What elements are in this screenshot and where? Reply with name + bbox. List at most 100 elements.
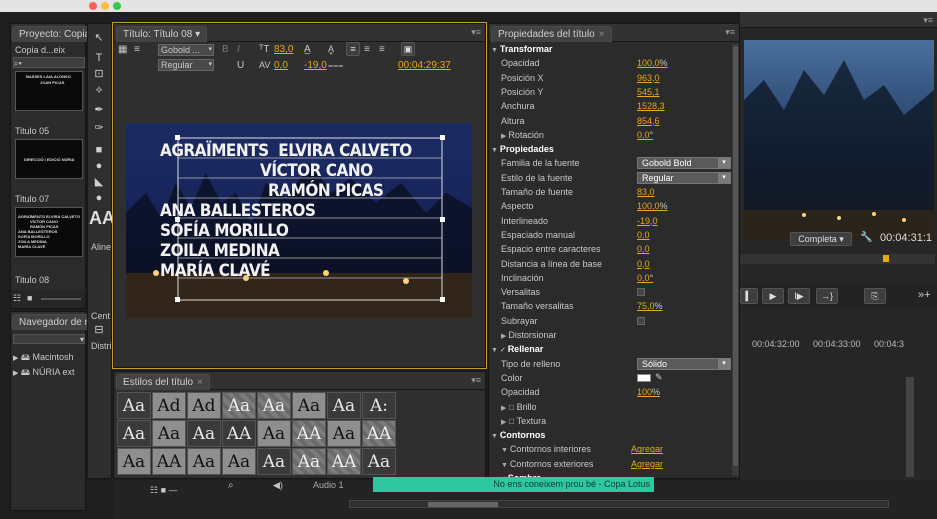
- property-value[interactable]: 0,0: [637, 259, 650, 269]
- property-row[interactable]: Opacidad 100,0%: [491, 57, 738, 71]
- style-swatch[interactable]: Aa: [117, 392, 151, 419]
- pen-tool-icon[interactable]: ✒: [91, 102, 107, 118]
- path-dropdown[interactable]: ▾: [13, 334, 85, 344]
- property-row[interactable]: Posición X 963,0: [491, 72, 738, 86]
- font-family-select[interactable]: Gobold ... ▾: [158, 44, 214, 56]
- property-row[interactable]: ▼ Contornos interiores Agregar: [491, 443, 738, 457]
- clip-thumbnail[interactable]: DIRECCIÓ I EDICIÓ NÚRIA: [15, 139, 83, 179]
- style-swatch[interactable]: Aa: [257, 448, 291, 475]
- align-right-icon[interactable]: ≡: [379, 44, 385, 55]
- property-row[interactable]: Tipo de relleno Sólido ▾: [491, 357, 738, 372]
- property-row[interactable]: Tamaño de fuente 83,0: [491, 186, 738, 200]
- style-swatch[interactable]: AA: [152, 448, 186, 475]
- type-tool-icon[interactable]: T: [91, 50, 107, 66]
- property-row[interactable]: Posición Y 545,1: [491, 86, 738, 100]
- property-row[interactable]: Espacio entre caracteres 0,0: [491, 243, 738, 257]
- property-row[interactable]: Color ✎: [491, 372, 738, 386]
- property-value[interactable]: 854,6: [637, 116, 660, 126]
- timeline-hscrollbar[interactable]: [349, 500, 889, 508]
- property-value[interactable]: 963,0: [637, 73, 660, 83]
- property-dropdown[interactable]: Gobold Bold ▾: [637, 157, 731, 170]
- title-timecode[interactable]: 00:04:29:37: [398, 60, 451, 71]
- style-swatch[interactable]: Ad: [152, 392, 186, 419]
- timeline-vscrollbar[interactable]: [906, 377, 914, 477]
- add-anchor-icon[interactable]: ✑: [91, 120, 107, 136]
- tab-title-properties[interactable]: Propiedades del título ×: [491, 26, 612, 42]
- style-swatch[interactable]: Aa: [222, 448, 256, 475]
- panel-menu-icon[interactable]: ▾≡: [725, 27, 735, 38]
- eyedropper-icon[interactable]: ✎: [655, 372, 663, 383]
- property-value[interactable]: 83,0: [637, 187, 655, 197]
- style-swatch[interactable]: AA: [327, 448, 361, 475]
- path-type-tool-icon[interactable]: ⟡: [91, 82, 107, 98]
- style-swatch[interactable]: Aa: [117, 448, 151, 475]
- program-scrubber[interactable]: [740, 254, 935, 264]
- icon-view-icon[interactable]: ■: [161, 485, 166, 495]
- property-row[interactable]: Versalitas: [491, 286, 738, 300]
- tab-stops-icon[interactable]: A̳: [328, 44, 334, 54]
- property-value[interactable]: 545,1: [637, 87, 660, 97]
- drive-item[interactable]: ▶ 🖴 NÚRIA ext: [13, 365, 75, 381]
- leading-value[interactable]: -19,0: [304, 60, 327, 71]
- property-value[interactable]: 1528,3: [637, 101, 665, 111]
- wedge-tool-icon[interactable]: ◣: [91, 174, 107, 190]
- style-swatch[interactable]: AA: [292, 420, 326, 447]
- property-value[interactable]: 0,0: [637, 244, 650, 254]
- list-view-icon[interactable]: ☷: [150, 485, 158, 495]
- ellipse-tool-icon[interactable]: ●: [91, 158, 107, 174]
- property-row[interactable]: Inclinación 0,0°: [491, 272, 738, 286]
- style-swatch[interactable]: Aa: [362, 448, 396, 475]
- property-row[interactable]: Distancia a línea de base 0,0: [491, 258, 738, 272]
- property-row[interactable]: Espaciado manual 0,0: [491, 229, 738, 243]
- font-size-value[interactable]: 83,0: [274, 44, 293, 55]
- area-type-tool-icon[interactable]: ⊡: [91, 66, 107, 82]
- rectangle-tool-icon[interactable]: ■: [91, 142, 107, 158]
- icon-view-icon[interactable]: ■: [27, 293, 32, 303]
- color-swatch[interactable]: [637, 373, 651, 382]
- title-canvas[interactable]: AGRAÏMENTS ELVIRA CALVETO VÍCTOR CANO RA…: [126, 123, 472, 318]
- property-checkbox[interactable]: [637, 288, 645, 297]
- property-row[interactable]: ▼ Contornos exteriores Agregar: [491, 458, 738, 472]
- property-value[interactable]: 0,0: [637, 230, 650, 240]
- align-left-icon[interactable]: ≡: [346, 42, 360, 56]
- add-link[interactable]: Agregar: [631, 444, 663, 454]
- play-button[interactable]: ▶: [762, 288, 784, 304]
- tab-title-styles[interactable]: Estilos del título ×: [116, 374, 210, 390]
- more-controls-icon[interactable]: »+: [918, 289, 931, 301]
- property-row[interactable]: ▶ ☐ Brillo: [491, 401, 738, 415]
- zoom-window-button[interactable]: [113, 2, 121, 10]
- bold-icon[interactable]: B: [222, 44, 229, 55]
- zoom-slider[interactable]: —: [169, 485, 178, 495]
- drive-item[interactable]: ▶ 🖴 Macintosh: [13, 350, 74, 366]
- minimize-window-button[interactable]: [101, 2, 109, 10]
- style-swatch[interactable]: Aa: [327, 420, 361, 447]
- insert-button[interactable]: →}: [816, 288, 838, 304]
- properties-scrollbar[interactable]: [732, 44, 739, 476]
- property-dropdown[interactable]: Sólido ▾: [637, 357, 731, 370]
- new-title-icon[interactable]: ▦: [118, 44, 127, 55]
- property-row[interactable]: Aspecto 100,0%: [491, 200, 738, 214]
- style-swatch[interactable]: Aa: [117, 420, 151, 447]
- italic-icon[interactable]: I: [237, 44, 240, 55]
- property-value[interactable]: 100,0%: [637, 201, 668, 211]
- selection-tool-icon[interactable]: ↖: [91, 30, 107, 46]
- add-link[interactable]: Agregar: [631, 459, 663, 469]
- property-row[interactable]: ▼ Contornos: [491, 429, 738, 443]
- property-row[interactable]: ▼ Propiedades: [491, 143, 738, 157]
- property-value[interactable]: 0,0°: [637, 273, 653, 283]
- export-frame-button[interactable]: ⎘: [864, 288, 886, 304]
- zoom-tool-icon[interactable]: ⌕: [228, 480, 234, 491]
- clip-thumbnail[interactable]: AGRAÏMENTS ELVIRA CALVETO VÍCTOR CANO RA…: [15, 207, 83, 257]
- step-forward-button[interactable]: I▶: [788, 288, 810, 304]
- style-swatch[interactable]: AA: [222, 420, 256, 447]
- style-swatch[interactable]: Aa: [152, 420, 186, 447]
- property-dropdown[interactable]: Regular ▾: [637, 171, 731, 184]
- property-row[interactable]: ▶ Distorsionar: [491, 329, 738, 343]
- property-value[interactable]: 75,0%: [637, 301, 663, 311]
- list-view-icon[interactable]: ☷: [13, 293, 21, 304]
- property-row[interactable]: Opacidad 100%: [491, 386, 738, 400]
- property-row[interactable]: Altura 854,6: [491, 115, 738, 129]
- tab-title[interactable]: Título: Título 08 ▾: [116, 26, 208, 42]
- search-input[interactable]: ⌕▾: [13, 57, 85, 68]
- track-speaker-icon[interactable]: ◀): [273, 480, 283, 491]
